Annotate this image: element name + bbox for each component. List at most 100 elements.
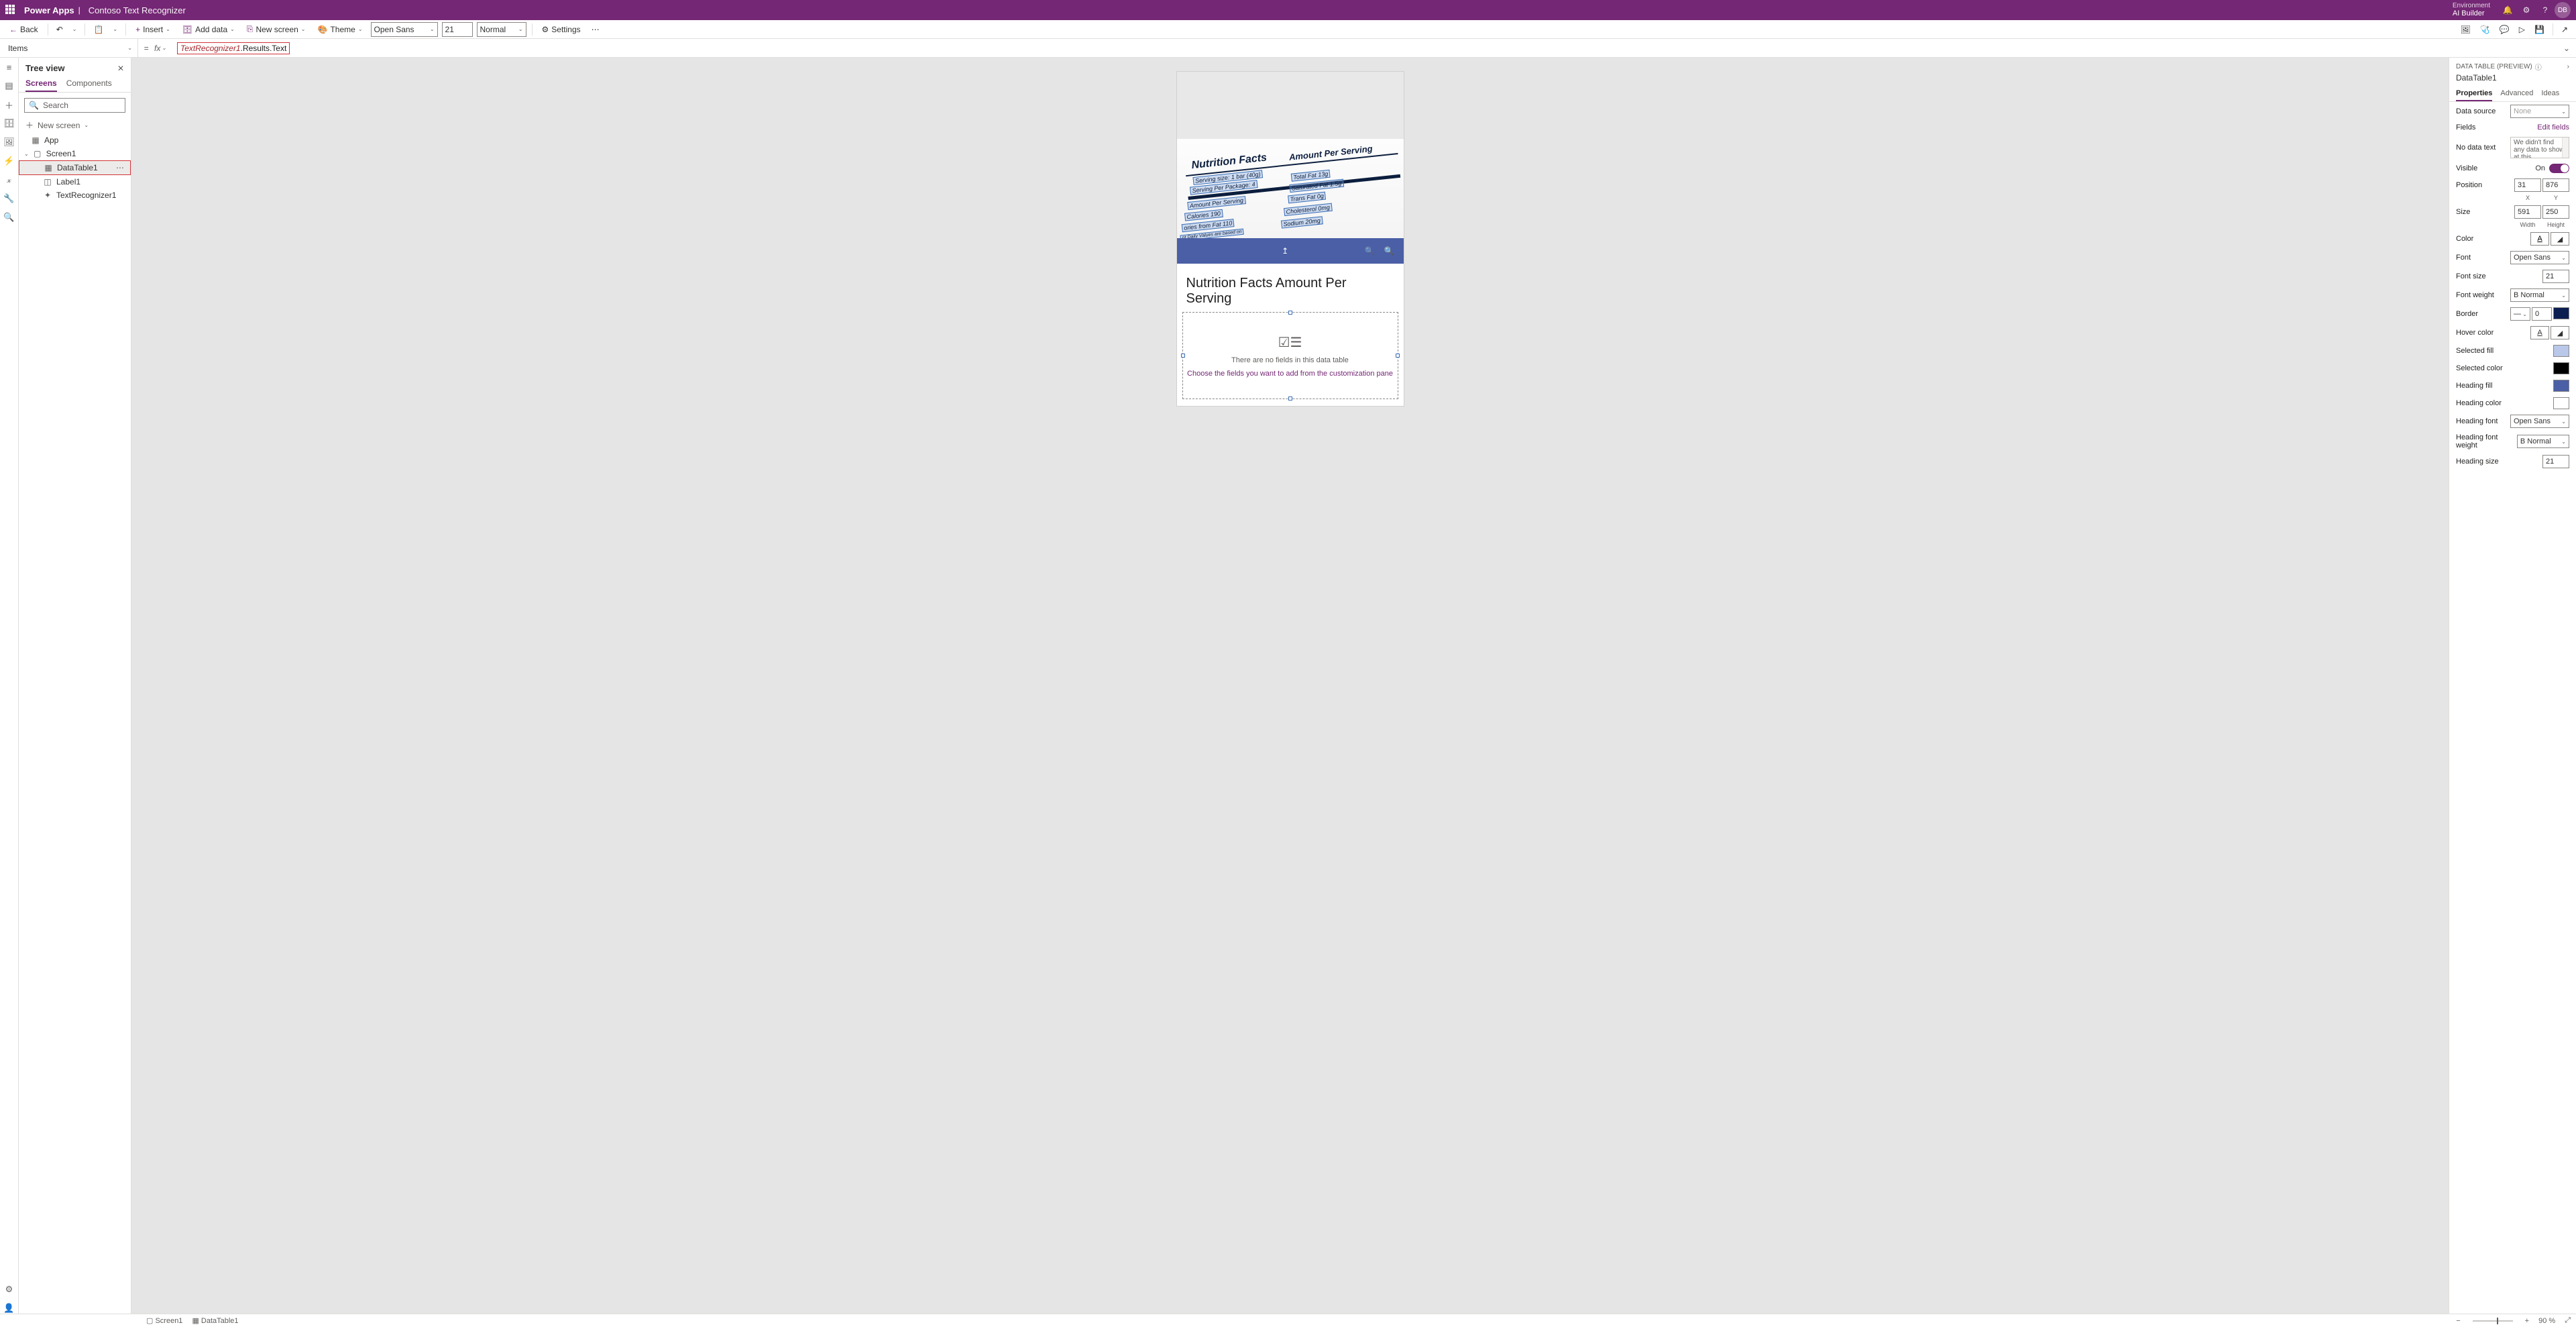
- search-icon[interactable]: 🔍: [4, 212, 15, 223]
- zoom-out-icon[interactable]: 🔍: [1365, 246, 1375, 256]
- prop-selectedfill-swatch[interactable]: [2553, 345, 2569, 357]
- prop-datasource-dropdown[interactable]: None⌄: [2510, 105, 2569, 118]
- tree-node-datatable[interactable]: ▦DataTable1 ⋯: [19, 160, 131, 175]
- share-icon[interactable]: 🖼: [2458, 22, 2473, 37]
- expand-props-icon[interactable]: ›: [2567, 63, 2569, 70]
- prop-visible-toggle[interactable]: [2549, 164, 2569, 173]
- prop-headingfill-swatch[interactable]: [2553, 380, 2569, 392]
- info-icon[interactable]: ⓘ: [2535, 62, 2542, 72]
- tab-components[interactable]: Components: [66, 76, 112, 92]
- tree-view-icon[interactable]: ▤: [4, 81, 15, 91]
- prop-fontsize-input[interactable]: 21: [2542, 270, 2569, 283]
- tree-node-label1[interactable]: ◫Label1: [19, 175, 131, 189]
- checker-icon[interactable]: 🩺: [2477, 22, 2493, 37]
- prop-nodatatext-input[interactable]: We didn't find any data to show at this: [2510, 137, 2569, 158]
- breadcrumb-control[interactable]: ▦ DataTable1: [192, 1316, 238, 1325]
- tab-advanced[interactable]: Advanced: [2500, 87, 2533, 101]
- prop-font-dropdown[interactable]: Open Sans⌄: [2510, 251, 2569, 264]
- theme-button[interactable]: 🎨Theme⌄: [314, 22, 367, 37]
- paste-chevron[interactable]: ⌄: [110, 22, 120, 37]
- new-screen-button[interactable]: ⎘New screen⌄: [243, 22, 310, 37]
- datatable-control[interactable]: ☑☰ There are no fields in this data tabl…: [1182, 312, 1398, 399]
- prop-headingsize-input[interactable]: 21: [2542, 455, 2569, 468]
- tree-node-app[interactable]: ▦App: [19, 134, 131, 147]
- prop-border-color-swatch[interactable]: [2553, 307, 2569, 319]
- avatar[interactable]: DB: [2555, 2, 2571, 18]
- close-tree-icon[interactable]: ✕: [117, 64, 124, 73]
- breadcrumb-screen[interactable]: ▢ Screen1: [146, 1316, 182, 1325]
- zoom-out-button[interactable]: −: [2456, 1317, 2460, 1325]
- insert-icon[interactable]: ＋: [4, 99, 15, 110]
- environment-picker[interactable]: Environment AI Builder: [2453, 2, 2490, 17]
- insert-button[interactable]: +Insert⌄: [131, 22, 174, 37]
- add-data-button[interactable]: 🗄Add data⌄: [178, 22, 239, 37]
- expand-formula-icon[interactable]: ⌄: [2557, 44, 2576, 53]
- save-icon[interactable]: 💾: [2532, 22, 2547, 37]
- canvas[interactable]: Nutrition Facts Amount Per Serving Servi…: [131, 58, 2449, 1314]
- prop-fontweight-dropdown[interactable]: B Normal⌄: [2510, 288, 2569, 302]
- upload-icon[interactable]: ↥: [1282, 246, 1288, 256]
- media-icon[interactable]: 🖼: [4, 137, 15, 148]
- undo-button[interactable]: ↶: [54, 22, 66, 37]
- prop-width-input[interactable]: 591: [2514, 205, 2541, 219]
- font-weight-dropdown[interactable]: Normal⌄: [477, 22, 526, 37]
- prop-color-fill-button[interactable]: ◢: [2551, 232, 2569, 246]
- power-automate-icon[interactable]: ⚡: [4, 156, 15, 166]
- back-button[interactable]: ←Back: [5, 22, 42, 37]
- prop-hovercolor-fill-button[interactable]: ◢: [2551, 326, 2569, 339]
- tree-search-input[interactable]: 🔍 Search: [24, 98, 125, 113]
- property-dropdown[interactable]: Items⌄: [0, 39, 138, 58]
- prop-fontweight-label: Font weight: [2456, 291, 2494, 299]
- prop-position-y-input[interactable]: 876: [2542, 178, 2569, 192]
- prop-border-style-dropdown[interactable]: —⌄: [2510, 307, 2530, 321]
- label-control[interactable]: Nutrition Facts Amount Per Serving: [1177, 264, 1404, 312]
- tree-node-textrecognizer[interactable]: ✦TextRecognizer1: [19, 189, 131, 202]
- comments-icon[interactable]: 💬: [2497, 22, 2512, 37]
- edit-fields-link[interactable]: Edit fields: [2537, 123, 2569, 131]
- tree-node-more-icon[interactable]: ⋯: [116, 163, 125, 172]
- prop-color-font-button[interactable]: A: [2530, 232, 2549, 246]
- preview-icon[interactable]: ▷: [2516, 22, 2528, 37]
- zoom-slider[interactable]: [2473, 1320, 2513, 1322]
- prop-border-width-input[interactable]: 0: [2532, 307, 2552, 321]
- formula-input[interactable]: TextRecognizer1.Results.Text: [173, 44, 2557, 53]
- notifications-icon[interactable]: 🔔: [2498, 5, 2517, 15]
- zoom-in-icon[interactable]: 🔍: [1384, 246, 1394, 256]
- prop-selectedcolor-swatch[interactable]: [2553, 362, 2569, 374]
- settings-rail-icon[interactable]: ⚙: [4, 1284, 15, 1295]
- ask-virtual-agent-icon[interactable]: 👤: [4, 1303, 15, 1314]
- publish-icon[interactable]: ↗: [2559, 22, 2571, 37]
- variables-icon[interactable]: 𝓍: [4, 174, 15, 185]
- hamburger-icon[interactable]: ≡: [4, 62, 15, 72]
- settings-button[interactable]: ⚙Settings: [538, 22, 585, 37]
- settings-icon[interactable]: ⚙: [2517, 5, 2536, 15]
- zoom-in-button[interactable]: +: [2525, 1317, 2529, 1325]
- help-icon[interactable]: ?: [2536, 5, 2555, 15]
- tree-new-screen-button[interactable]: ＋ New screen ⌄: [19, 117, 131, 134]
- prop-headingfontweight-dropdown[interactable]: B Normal⌄: [2517, 435, 2569, 448]
- undo-chevron[interactable]: ⌄: [70, 22, 80, 37]
- fit-to-window-icon[interactable]: ⤢: [2565, 1316, 2571, 1325]
- tree-search-placeholder: Search: [43, 101, 68, 110]
- prop-headingcolor-swatch[interactable]: [2553, 397, 2569, 409]
- prop-height-input[interactable]: 250: [2542, 205, 2569, 219]
- data-icon[interactable]: 🗄: [4, 118, 15, 129]
- font-dropdown[interactable]: Open Sans⌄: [371, 22, 438, 37]
- prop-position-x-sublabel: X: [2514, 195, 2541, 201]
- waffle-icon[interactable]: [5, 5, 16, 15]
- font-size-input[interactable]: 21: [442, 22, 473, 37]
- paste-button[interactable]: 📋: [91, 22, 106, 37]
- prop-hovercolor-font-button[interactable]: A: [2530, 326, 2549, 339]
- advanced-tools-icon[interactable]: 🔧: [4, 193, 15, 204]
- prop-headingfont-dropdown[interactable]: Open Sans⌄: [2510, 415, 2569, 428]
- overflow-button[interactable]: ⋯: [589, 22, 602, 37]
- app-screen[interactable]: Nutrition Facts Amount Per Serving Servi…: [1176, 71, 1404, 407]
- prop-selectedcolor-label: Selected color: [2456, 364, 2503, 372]
- tab-properties[interactable]: Properties: [2456, 87, 2492, 101]
- prop-position-x-input[interactable]: 31: [2514, 178, 2541, 192]
- tab-screens[interactable]: Screens: [25, 76, 57, 92]
- tab-ideas[interactable]: Ideas: [2541, 87, 2559, 101]
- fx-label[interactable]: fx⌄: [154, 44, 173, 53]
- tree-node-screen1[interactable]: ⌄▢Screen1: [19, 147, 131, 160]
- text-recognizer-image[interactable]: Nutrition Facts Amount Per Serving Servi…: [1177, 139, 1404, 238]
